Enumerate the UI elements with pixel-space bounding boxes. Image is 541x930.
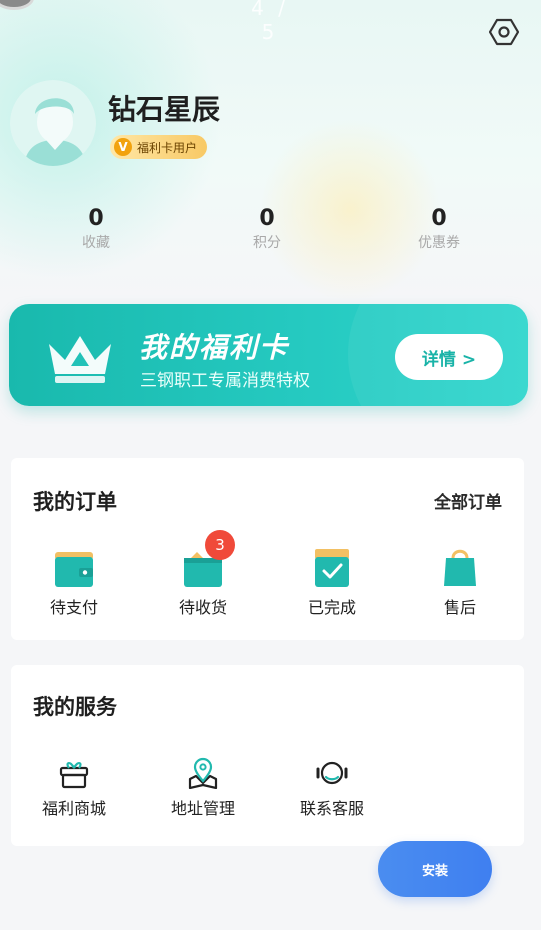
avatar[interactable]: [10, 80, 96, 166]
welfare-card-title: 我的福利卡: [139, 331, 290, 364]
shopping-bag-icon: [444, 549, 476, 586]
member-badge-label: 福利卡用户: [137, 140, 198, 155]
headset-icon: [316, 761, 348, 785]
stat-value: 0: [259, 206, 275, 231]
order-item-label: 待收货: [178, 598, 227, 617]
order-item-label: 已完成: [307, 598, 356, 617]
stat-points[interactable]: 0 积分: [207, 205, 327, 253]
stat-label: 收藏: [82, 235, 110, 251]
service-item-address[interactable]: 地址管理: [153, 753, 253, 819]
service-item-customer-service[interactable]: 联系客服: [282, 753, 382, 819]
order-item-label: 待支付: [49, 598, 98, 617]
page-indicator: 4 / 5: [251, 0, 289, 44]
settings-hex-icon: [489, 18, 519, 46]
orders-title: 我的订单: [33, 490, 117, 514]
vip-icon: V: [114, 138, 132, 156]
service-item-welfare-mall[interactable]: 福利商城: [24, 753, 124, 819]
default-avatar-icon: [10, 80, 96, 166]
stat-value: 0: [88, 206, 104, 231]
settings-button[interactable]: [486, 14, 522, 50]
service-item-label: 地址管理: [170, 799, 235, 818]
stat-coupons[interactable]: 0 优惠券: [379, 205, 499, 253]
stat-favorites[interactable]: 0 收藏: [36, 205, 156, 253]
stat-value: 0: [431, 206, 447, 231]
stat-label: 积分: [253, 235, 281, 251]
map-pin-icon: [188, 757, 218, 789]
services-panel: 我的服务 福利商城 地址管理 联系客服: [11, 665, 524, 846]
stat-label: 优惠券: [418, 235, 460, 251]
username: 钻石星辰: [108, 93, 221, 126]
gift-icon: [59, 762, 89, 789]
pending-count-badge: 3: [205, 530, 235, 560]
stats-row: 0 收藏 0 积分 0 优惠券: [0, 205, 541, 265]
member-badge: V 福利卡用户: [110, 135, 208, 159]
wallet-icon: [55, 552, 93, 587]
order-item-to-receive[interactable]: 3 待收货: [153, 530, 253, 618]
install-button[interactable]: 安装: [378, 841, 492, 897]
welfare-card-subtitle: 三钢职工专属消费特权: [140, 371, 310, 391]
all-orders-link[interactable]: 全部订单: [434, 488, 502, 513]
box-check-icon: [315, 549, 349, 587]
welfare-detail-button[interactable]: 详情 >: [395, 334, 503, 380]
service-item-label: 福利商城: [41, 799, 106, 818]
order-item-after-sales[interactable]: 售后: [410, 544, 510, 618]
services-title: 我的服务: [33, 695, 117, 719]
orders-panel: 我的订单 全部订单 待支付 3 待收货 已完成 售后: [11, 458, 524, 640]
order-item-pending-payment[interactable]: 待支付: [24, 544, 124, 618]
crown-icon: [49, 336, 111, 383]
order-item-completed[interactable]: 已完成: [282, 544, 382, 618]
welfare-card-banner[interactable]: 我的福利卡 三钢职工专属消费特权 详情 >: [9, 304, 528, 406]
service-item-label: 联系客服: [299, 799, 364, 818]
order-item-label: 售后: [443, 598, 476, 617]
